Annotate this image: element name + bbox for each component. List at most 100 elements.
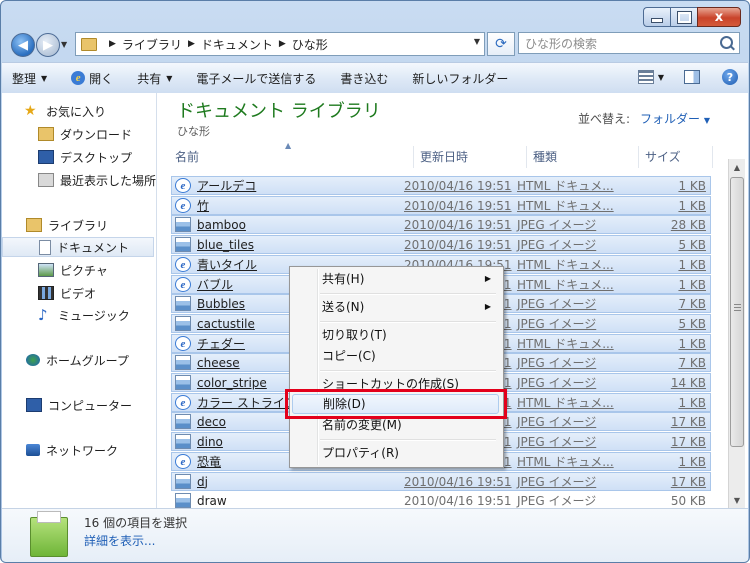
document-icon [39,239,51,255]
jpeg-image-icon [175,316,191,331]
sidebar-item-label: ビデオ [60,286,97,301]
html-document-icon: e [175,395,191,410]
table-row[interactable]: blue_tiles 2010/04/16 19:51 JPEG イメージ 5 KB [171,235,711,254]
music-note-icon: ♪ [38,306,48,324]
table-row[interactable]: e アールデコ 2010/04/16 19:51 HTML ドキュメ... 1 KB [171,176,711,195]
view-options-icon[interactable] [637,70,654,84]
new-folder-button[interactable]: 新しいフォルダー [412,70,508,87]
column-header-date[interactable]: 更新日時 [414,146,527,168]
sidebar-item-computer[interactable]: コンピューター [2,395,156,415]
breadcrumb-separator-icon[interactable]: ▶ [279,39,286,49]
desktop-icon [38,150,54,164]
refresh-button[interactable]: ⟳ [487,32,515,56]
file-size: 7 KB [678,296,706,311]
preview-pane-icon[interactable] [684,70,700,84]
grip-icon [734,304,741,313]
breadcrumb-documents[interactable]: ドキュメント [201,36,273,53]
address-bar[interactable]: ▶ ライブラリ ▶ ドキュメント ▶ ひな形 ▼ [75,32,485,56]
organize-button[interactable]: 整理 ▼ [12,70,47,87]
file-type: JPEG イメージ [517,297,597,311]
breadcrumb-separator-icon[interactable]: ▶ [188,39,195,49]
breadcrumb-separator-icon[interactable]: ▶ [109,39,116,49]
maximize-button[interactable] [670,7,697,27]
submenu-arrow-icon: ▶ [484,302,491,311]
menu-item-share[interactable]: 共有(H) ▶ [292,269,499,289]
column-header-type[interactable]: 種類 [527,146,639,168]
sidebar-item-homegroup[interactable]: ホームグループ [2,350,156,370]
column-header-size[interactable]: サイズ [639,146,713,168]
sidebar-item-libraries[interactable]: ライブラリ [2,215,156,235]
menu-item-label: コピー(C) [322,349,376,363]
menu-separator [320,321,496,323]
sidebar-item-recent-places[interactable]: 最近表示した場所 [2,170,156,190]
menu-separator [320,293,496,295]
table-row[interactable]: e 竹 2010/04/16 19:51 HTML ドキュメ... 1 KB [171,196,711,215]
file-date: 2010/04/16 19:51 [404,198,512,213]
forward-button[interactable]: ▶ [36,33,60,57]
show-details-link[interactable]: 詳細を表示... [84,532,155,549]
open-button[interactable]: e 開く [71,70,113,87]
table-row[interactable]: bamboo 2010/04/16 19:51 JPEG イメージ 28 KB [171,215,711,234]
arrange-by-value: フォルダー [640,112,701,126]
sidebar-item-music[interactable]: ♪ ミュージック [2,305,156,325]
burn-button[interactable]: 書き込む [340,70,388,87]
file-type: HTML ドキュメ... [517,396,614,410]
breadcrumb-templates[interactable]: ひな形 [292,36,328,53]
selected-files-icon [30,511,68,557]
chevron-down-icon[interactable]: ▼ [658,73,664,82]
sidebar-item-network[interactable]: ネットワーク [2,440,156,460]
file-size: 1 KB [678,454,706,469]
file-size: 7 KB [678,355,706,370]
scrollbar-thumb[interactable] [730,177,744,447]
html-document-icon: e [175,198,191,213]
file-date: 2010/04/16 19:51 [404,237,512,252]
chevron-down-icon: ▼ [41,73,48,83]
column-header-name[interactable]: 名前 [157,146,414,168]
sidebar-item-label: ダウンロード [60,127,133,142]
share-button[interactable]: 共有 ▼ [137,70,172,87]
search-placeholder: ひな形の検索 [525,36,598,51]
file-name: blue_tiles [197,237,254,252]
search-input[interactable]: ひな形の検索 [518,32,740,54]
vertical-scrollbar[interactable]: ▲ ▼ [728,159,745,508]
jpeg-image-icon [175,414,191,429]
close-button[interactable]: x [697,7,741,27]
sidebar-item-label: お気に入り [46,104,107,119]
sidebar-item-videos[interactable]: ビデオ [2,283,156,303]
recent-pages-dropdown[interactable]: ▼ [61,40,67,49]
command-bar: 整理 ▼ e 開く 共有 ▼ 電子メールで送信する 書き込む 新しいフォルダー ▼ ? [2,62,748,94]
file-type: JPEG イメージ [517,218,597,232]
jpeg-image-icon [175,217,191,232]
menu-item-cut[interactable]: 切り取り(T) [292,325,499,345]
menu-separator [320,370,496,372]
file-date: 2010/04/16 19:51 [404,217,512,232]
breadcrumb: ▶ ライブラリ ▶ ドキュメント ▶ ひな形 [103,36,328,53]
library-subtitle: ひな形 [177,125,210,138]
sidebar-item-documents[interactable]: ドキュメント [2,237,154,257]
file-name: draw [197,493,227,508]
address-history-dropdown[interactable]: ▼ [474,37,480,46]
file-size: 28 KB [670,217,706,232]
file-type: JPEG イメージ [517,475,597,489]
video-icon [38,286,54,300]
help-icon[interactable]: ? [722,69,738,85]
minimize-button[interactable] [643,7,670,27]
menu-item-send-to[interactable]: 送る(N) ▶ [292,297,499,317]
arrange-by-dropdown[interactable]: フォルダー ▼ [640,110,710,127]
sidebar-item-favorites[interactable]: ★ お気に入り [2,101,156,121]
menu-item-properties[interactable]: プロパティ(R) [292,443,499,463]
sidebar-item-downloads[interactable]: ダウンロード [2,124,156,144]
back-button[interactable]: ◀ [11,33,35,57]
breadcrumb-libraries[interactable]: ライブラリ [122,36,182,53]
file-type: HTML ドキュメ... [517,179,614,193]
file-size: 5 KB [678,237,706,252]
column-headers: 名前 更新日時 種類 サイズ [157,146,730,168]
menu-item-copy[interactable]: コピー(C) [292,346,499,366]
navigation-pane: ★ お気に入り ダウンロード デスクトップ 最近表示した場所 ライブラリ ドキュメ… [2,93,157,508]
sidebar-item-pictures[interactable]: ピクチャ [2,260,156,280]
email-button[interactable]: 電子メールで送信する [196,70,316,87]
scroll-down-icon[interactable]: ▼ [729,492,745,508]
sidebar-item-desktop[interactable]: デスクトップ [2,147,156,167]
table-row[interactable]: dj 2010/04/16 19:51 JPEG イメージ 17 KB [171,472,711,491]
scroll-up-icon[interactable]: ▲ [729,159,745,175]
